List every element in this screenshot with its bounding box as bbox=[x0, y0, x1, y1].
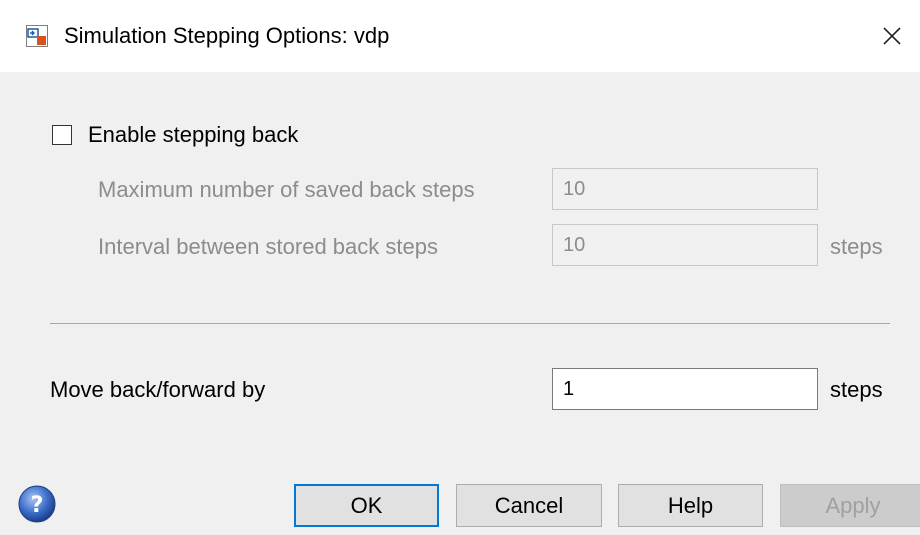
enable-stepping-back-checkbox[interactable] bbox=[52, 125, 72, 145]
svg-text:?: ? bbox=[31, 493, 44, 518]
help-icon[interactable]: ? bbox=[17, 484, 57, 524]
move-by-field[interactable]: 1 bbox=[552, 368, 818, 410]
dialog-body: Enable stepping back Maximum number of s… bbox=[0, 72, 920, 535]
simulink-app-icon bbox=[26, 25, 48, 47]
help-button[interactable]: Help bbox=[618, 484, 763, 527]
move-by-label: Move back/forward by bbox=[50, 377, 266, 402]
interval-unit-label: steps bbox=[830, 234, 883, 259]
window-title: Simulation Stepping Options: vdp bbox=[64, 23, 390, 48]
section-divider bbox=[50, 323, 890, 324]
interval-label: Interval between stored back steps bbox=[98, 234, 438, 259]
ok-button[interactable]: OK bbox=[294, 484, 439, 527]
close-icon bbox=[883, 27, 901, 45]
title-bar: Simulation Stepping Options: vdp bbox=[0, 0, 920, 72]
enable-stepping-back-label: Enable stepping back bbox=[88, 122, 299, 147]
move-by-unit-label: steps bbox=[830, 377, 883, 402]
max-saved-steps-label: Maximum number of saved back steps bbox=[98, 177, 475, 202]
max-saved-steps-field[interactable]: 10 bbox=[552, 168, 818, 210]
apply-button[interactable]: Apply bbox=[780, 484, 920, 527]
interval-field[interactable]: 10 bbox=[552, 224, 818, 266]
cancel-button[interactable]: Cancel bbox=[456, 484, 602, 527]
close-button[interactable] bbox=[872, 16, 912, 56]
